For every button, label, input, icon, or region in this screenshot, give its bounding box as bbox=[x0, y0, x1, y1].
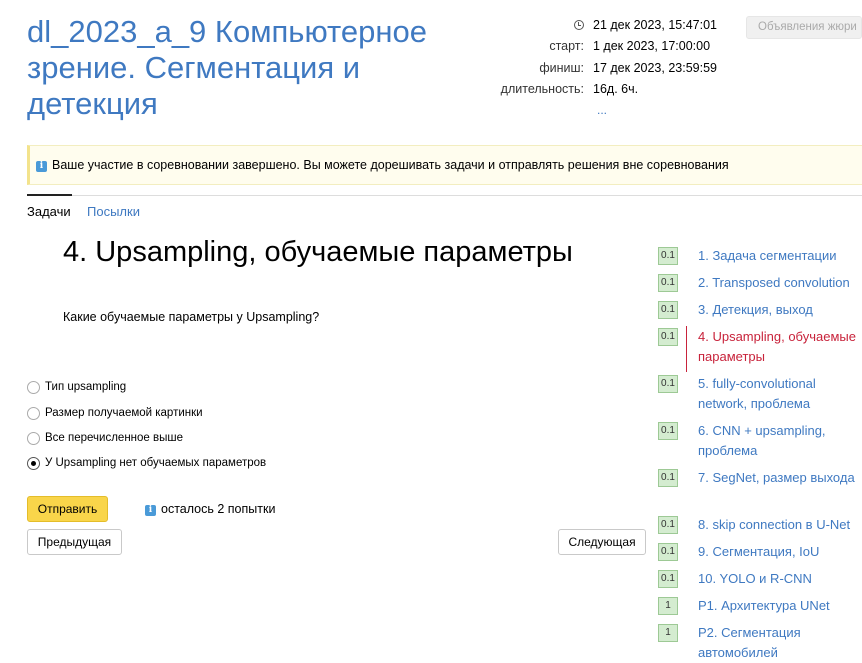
contest-title: dl_2023_a_9 Компьютерное зрение. Сегмент… bbox=[27, 14, 427, 121]
duration-value: 16д. 6ч. bbox=[593, 82, 639, 96]
score-badge: 0.1 bbox=[658, 570, 678, 588]
submit-button[interactable]: Отправить bbox=[27, 496, 108, 522]
notice-text: Ваше участие в соревновании завершено. В… bbox=[52, 158, 729, 172]
participation-notice: i Ваше участие в соревновании завершено. … bbox=[27, 145, 862, 185]
current-time: 21 дек 2023, 15:47:01 bbox=[593, 18, 717, 32]
radio-button[interactable] bbox=[27, 381, 40, 394]
problem-link[interactable]: 2. Transposed convolution bbox=[698, 273, 862, 293]
score-badge: 0.1 bbox=[658, 422, 678, 440]
attempts-left: i осталось 2 попытки bbox=[145, 502, 275, 516]
start-value: 1 дек 2023, 17:00:00 bbox=[593, 39, 711, 53]
info-icon: i bbox=[36, 161, 47, 172]
tab-submissions[interactable]: Посылки bbox=[87, 204, 140, 219]
problem-link[interactable]: 3. Детекция, выход bbox=[698, 300, 862, 320]
score-badge: 0.1 bbox=[658, 301, 678, 319]
next-button[interactable]: Следующая bbox=[558, 529, 646, 555]
attempts-text: осталось 2 попытки bbox=[161, 502, 276, 516]
problem-link[interactable]: 7. SegNet, размер выхода bbox=[698, 468, 862, 488]
task-title: 4. Upsampling, обучаемые параметры bbox=[63, 236, 573, 268]
problem-link[interactable]: 6. CNN + upsampling, проблема bbox=[698, 421, 862, 461]
problem-link[interactable]: 1. Задача сегментации bbox=[698, 246, 862, 266]
score-badge: 0.1 bbox=[658, 274, 678, 292]
duration-label: длительность: bbox=[500, 82, 584, 96]
finish-label: финиш: bbox=[539, 61, 584, 75]
active-tab-indicator bbox=[27, 194, 72, 196]
problem-link[interactable]: 8. skip connection в U-Net bbox=[698, 515, 862, 535]
option-label: У Upsampling нет обучаемых параметров bbox=[45, 457, 267, 469]
start-row: старт: 1 дек 2023, 17:00:00 bbox=[460, 39, 760, 57]
problem-link[interactable]: 10. YOLO и R-CNN bbox=[698, 569, 862, 589]
jury-announcements-button[interactable]: Объявления жюри bbox=[746, 16, 862, 39]
radio-button[interactable] bbox=[27, 407, 40, 420]
start-label: старт: bbox=[549, 39, 584, 53]
option-label: Все перечисленное выше bbox=[45, 432, 183, 444]
score-badge: 0.1 bbox=[658, 328, 678, 346]
clock-icon bbox=[574, 20, 584, 30]
score-badge: 1 bbox=[658, 597, 678, 615]
score-badge: 0.1 bbox=[658, 543, 678, 561]
problem-link[interactable]: P2. Сегментация автомобилей bbox=[698, 623, 862, 663]
problem-link[interactable]: 9. Сегментация, IoU bbox=[698, 542, 862, 562]
current-indicator bbox=[686, 326, 687, 372]
previous-button[interactable]: Предыдущая bbox=[27, 529, 122, 555]
radio-button[interactable] bbox=[27, 432, 40, 445]
problem-link[interactable]: P1. Архитектура UNet bbox=[698, 596, 862, 616]
option-label: Тип upsampling bbox=[45, 381, 127, 393]
radio-button-checked[interactable] bbox=[27, 457, 40, 470]
score-badge: 1 bbox=[658, 624, 678, 642]
current-time-row: 21 дек 2023, 15:47:01 bbox=[460, 18, 760, 36]
finish-row: финиш: 17 дек 2023, 23:59:59 bbox=[460, 61, 760, 79]
info-icon: i bbox=[145, 505, 156, 516]
task-question: Какие обучаемые параметры у Upsampling? bbox=[63, 310, 320, 324]
tabs-divider bbox=[27, 195, 862, 196]
score-badge: 0.1 bbox=[658, 375, 678, 393]
option-label: Размер получаемой картинки bbox=[45, 407, 203, 419]
problem-link[interactable]: 5. fully-convolutional network, проблема bbox=[698, 374, 862, 414]
finish-value: 17 дек 2023, 23:59:59 bbox=[593, 61, 717, 75]
score-badge: 0.1 bbox=[658, 247, 678, 265]
more-link[interactable]: ... bbox=[597, 103, 607, 117]
tab-problems[interactable]: Задачи bbox=[27, 204, 71, 219]
score-badge: 0.1 bbox=[658, 516, 678, 534]
score-badge: 0.1 bbox=[658, 469, 678, 487]
problem-link[interactable]: 4. Upsampling, обучаемые параметры bbox=[698, 327, 862, 367]
duration-row: длительность: 16д. 6ч. bbox=[460, 82, 760, 100]
